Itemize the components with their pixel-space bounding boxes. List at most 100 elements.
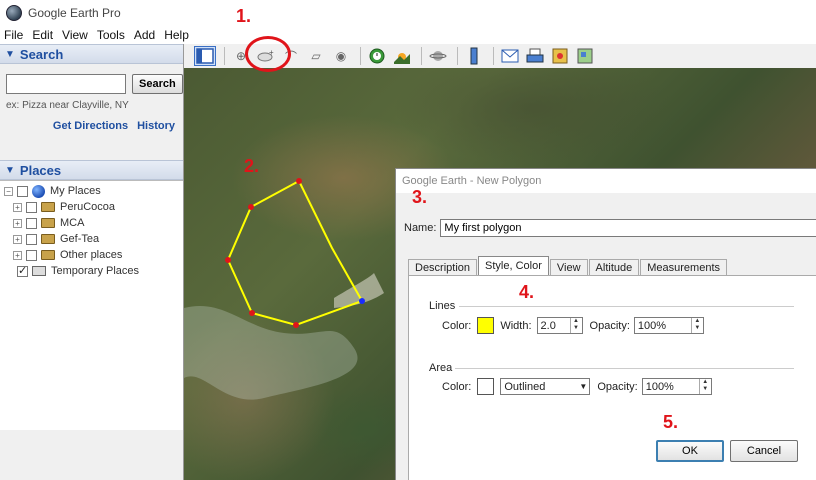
- vertex-marker[interactable]: [296, 178, 302, 184]
- tab-description[interactable]: Description: [408, 259, 478, 275]
- menu-view[interactable]: View: [62, 28, 88, 42]
- search-panel-header[interactable]: ▼ Search: [0, 44, 183, 64]
- menu-edit[interactable]: Edit: [32, 28, 53, 42]
- tree-item-temporary-places[interactable]: Temporary Places: [0, 263, 183, 279]
- checkbox[interactable]: [26, 249, 37, 261]
- active-vertex-marker[interactable]: [359, 298, 365, 304]
- dialog-tabs: Description Style, Color View Altitude M…: [408, 256, 728, 275]
- vertex-marker[interactable]: [248, 204, 254, 210]
- lines-group-label: Lines: [429, 300, 456, 312]
- toolbar-separator: [360, 47, 361, 65]
- tree-item-mca[interactable]: + MCA: [0, 215, 183, 231]
- tree-item-label: Gef-Tea: [60, 233, 100, 245]
- annotation-step-4: 4.: [519, 282, 535, 302]
- tree-item-label: PeruCocoa: [60, 201, 116, 213]
- sunlight-button[interactable]: [391, 46, 413, 66]
- lines-opacity-value: 100%: [637, 319, 667, 332]
- expand-box-icon[interactable]: +: [13, 250, 22, 260]
- area-group-label: Area: [429, 362, 453, 374]
- stepper-arrows-icon[interactable]: ▲ ▼: [569, 318, 582, 333]
- add-overlay-button[interactable]: ▱: [305, 46, 327, 66]
- lines-opacity-stepper[interactable]: 100% ▲ ▼: [633, 317, 704, 334]
- menu-bar: File Edit View Tools Add Help: [0, 26, 816, 44]
- lines-color-swatch[interactable]: [477, 317, 495, 334]
- folder-icon: [41, 250, 55, 260]
- collapse-box-icon[interactable]: −: [4, 186, 13, 196]
- tree-item-my-places[interactable]: − My Places: [0, 183, 183, 199]
- chevron-down-icon[interactable]: ▼: [577, 382, 589, 391]
- left-panel: ▼ Search Search ex: Pizza near Clayville…: [0, 44, 184, 480]
- ok-button[interactable]: OK: [656, 440, 724, 462]
- polygon-name-input[interactable]: [440, 219, 816, 237]
- window-title-bar: Google Earth Pro: [0, 0, 816, 26]
- area-opacity-stepper[interactable]: 100% ▲ ▼: [641, 378, 712, 395]
- lines-row: Color: Width: 2.0 ▲ ▼ Opacity: 100% ▲ ▼: [442, 317, 704, 334]
- collapse-triangle-icon[interactable]: ▼: [5, 165, 15, 176]
- new-polygon-dialog: Google Earth - New Polygon 3. Name: Desc…: [395, 168, 816, 480]
- sidebar-toggle-button[interactable]: [194, 46, 216, 66]
- checkbox-checked[interactable]: [17, 264, 28, 277]
- vertex-marker[interactable]: [293, 322, 299, 328]
- checkbox[interactable]: [26, 217, 37, 229]
- get-directions-link[interactable]: Get Directions: [53, 120, 128, 132]
- planets-button[interactable]: [427, 46, 449, 66]
- ruler-icon: [470, 47, 478, 65]
- area-color-label: Color:: [442, 380, 472, 393]
- checkbox[interactable]: [26, 233, 37, 245]
- lines-width-stepper[interactable]: 2.0 ▲ ▼: [536, 317, 583, 334]
- menu-tools[interactable]: Tools: [97, 28, 125, 42]
- area-group-divider: [455, 368, 794, 369]
- folder-icon: [41, 234, 55, 244]
- menu-file[interactable]: File: [4, 28, 23, 42]
- tab-view[interactable]: View: [549, 259, 588, 275]
- history-link[interactable]: History: [137, 120, 175, 132]
- cancel-button[interactable]: Cancel: [730, 440, 798, 462]
- lines-opacity-label: Opacity:: [589, 319, 630, 332]
- checkbox[interactable]: [17, 185, 28, 197]
- name-label: Name:: [404, 222, 437, 234]
- toolbar-separator: [457, 47, 458, 65]
- area-row: Color: Outlined ▼ Opacity: 100% ▲ ▼: [442, 378, 712, 395]
- checkbox[interactable]: [26, 201, 37, 213]
- email-button[interactable]: [499, 46, 521, 66]
- area-color-swatch[interactable]: [477, 378, 495, 395]
- save-image-icon: [552, 48, 568, 64]
- print-button[interactable]: [524, 46, 546, 66]
- search-button[interactable]: Search: [132, 74, 183, 94]
- record-tour-icon: ◉: [335, 49, 347, 63]
- tree-item-perucocoa[interactable]: + PeruCocoa: [0, 199, 183, 215]
- expand-box-icon[interactable]: +: [13, 202, 22, 212]
- name-row: Name:: [404, 219, 816, 237]
- sidebar-icon: [196, 48, 214, 64]
- tree-item-gef-tea[interactable]: + Gef-Tea: [0, 231, 183, 247]
- save-image-button[interactable]: [549, 46, 571, 66]
- area-fill-mode-select[interactable]: Outlined ▼: [500, 378, 591, 395]
- record-tour-button[interactable]: ◉: [330, 46, 352, 66]
- planet-icon: [429, 51, 447, 61]
- historical-imagery-button[interactable]: [366, 46, 388, 66]
- search-input[interactable]: [6, 74, 126, 94]
- places-panel-header[interactable]: ▼ Places: [0, 160, 183, 180]
- ruler-button[interactable]: [463, 46, 485, 66]
- stepper-arrows-icon[interactable]: ▲ ▼: [698, 379, 711, 394]
- menu-add[interactable]: Add: [134, 28, 155, 42]
- tab-measurements[interactable]: Measurements: [640, 259, 728, 275]
- toolbar-separator: [224, 47, 225, 65]
- menu-help[interactable]: Help: [164, 28, 189, 42]
- expand-box-icon[interactable]: +: [13, 218, 22, 228]
- view-in-maps-button[interactable]: [574, 46, 596, 66]
- lines-width-label: Width:: [500, 319, 532, 332]
- search-header-label: Search: [19, 46, 64, 62]
- tab-altitude[interactable]: Altitude: [588, 259, 640, 275]
- clock-globe-icon: [369, 48, 385, 64]
- stepper-arrows-icon[interactable]: ▲ ▼: [690, 318, 703, 333]
- vertex-marker[interactable]: [225, 257, 231, 263]
- collapse-triangle-icon[interactable]: ▼: [5, 49, 15, 60]
- places-header-label: Places: [19, 162, 62, 178]
- tab-style-color[interactable]: Style, Color: [478, 256, 549, 275]
- vertex-marker[interactable]: [249, 310, 255, 316]
- expand-box-icon[interactable]: +: [13, 234, 22, 244]
- places-tree: − My Places + PeruCocoa + MCA + Gef-Tea …: [0, 180, 183, 430]
- annotation-step-3: 3.: [412, 187, 428, 207]
- tree-item-other-places[interactable]: + Other places: [0, 247, 183, 263]
